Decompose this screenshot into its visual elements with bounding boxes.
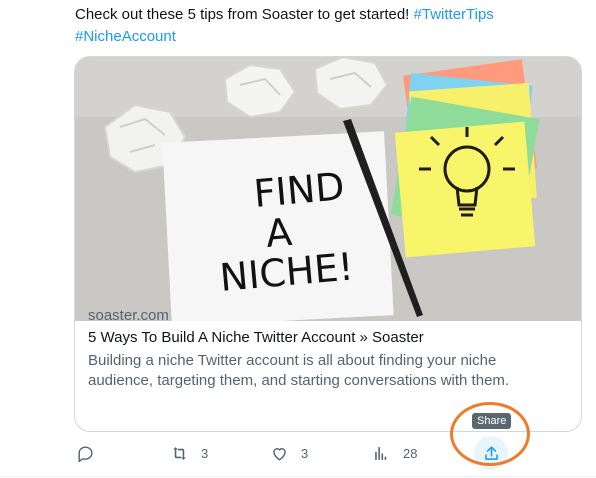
like-button[interactable]: 3 [270,438,308,468]
hashtag-nicheaccount[interactable]: #NicheAccount [75,28,176,45]
heart-icon [273,447,286,461]
retweet-count: 3 [201,445,209,461]
retweet-button[interactable]: 3 [170,438,208,468]
sticky-notes [390,59,540,258]
card-image: FIND A NICHE! [75,57,581,321]
like-count: 3 [301,445,309,461]
analytics-icon [375,446,387,460]
reply-icon [78,445,93,462]
tweet-text: Check out these 5 tips from Soaster to g… [75,4,575,48]
retweet-icon [173,446,186,460]
views-count: 28 [403,445,418,461]
reply-button[interactable] [76,438,95,468]
link-card[interactable]: FIND A NICHE! soaster.com 5 Ways To Buil… [74,56,582,432]
card-domain: soaster.com [88,307,169,324]
card-title: 5 Ways To Build A Niche Twitter Account … [88,329,424,346]
image-text-find: FIND [252,164,346,216]
share-highlight-circle [450,402,530,466]
tweet-body: Check out these 5 tips from Soaster to g… [75,6,414,23]
views-button[interactable]: 28 [372,438,417,468]
tweet-divider [0,476,596,477]
hashtag-twittertips[interactable]: #TwitterTips [414,6,494,23]
card-description: Building a niche Twitter account is all … [88,352,510,389]
